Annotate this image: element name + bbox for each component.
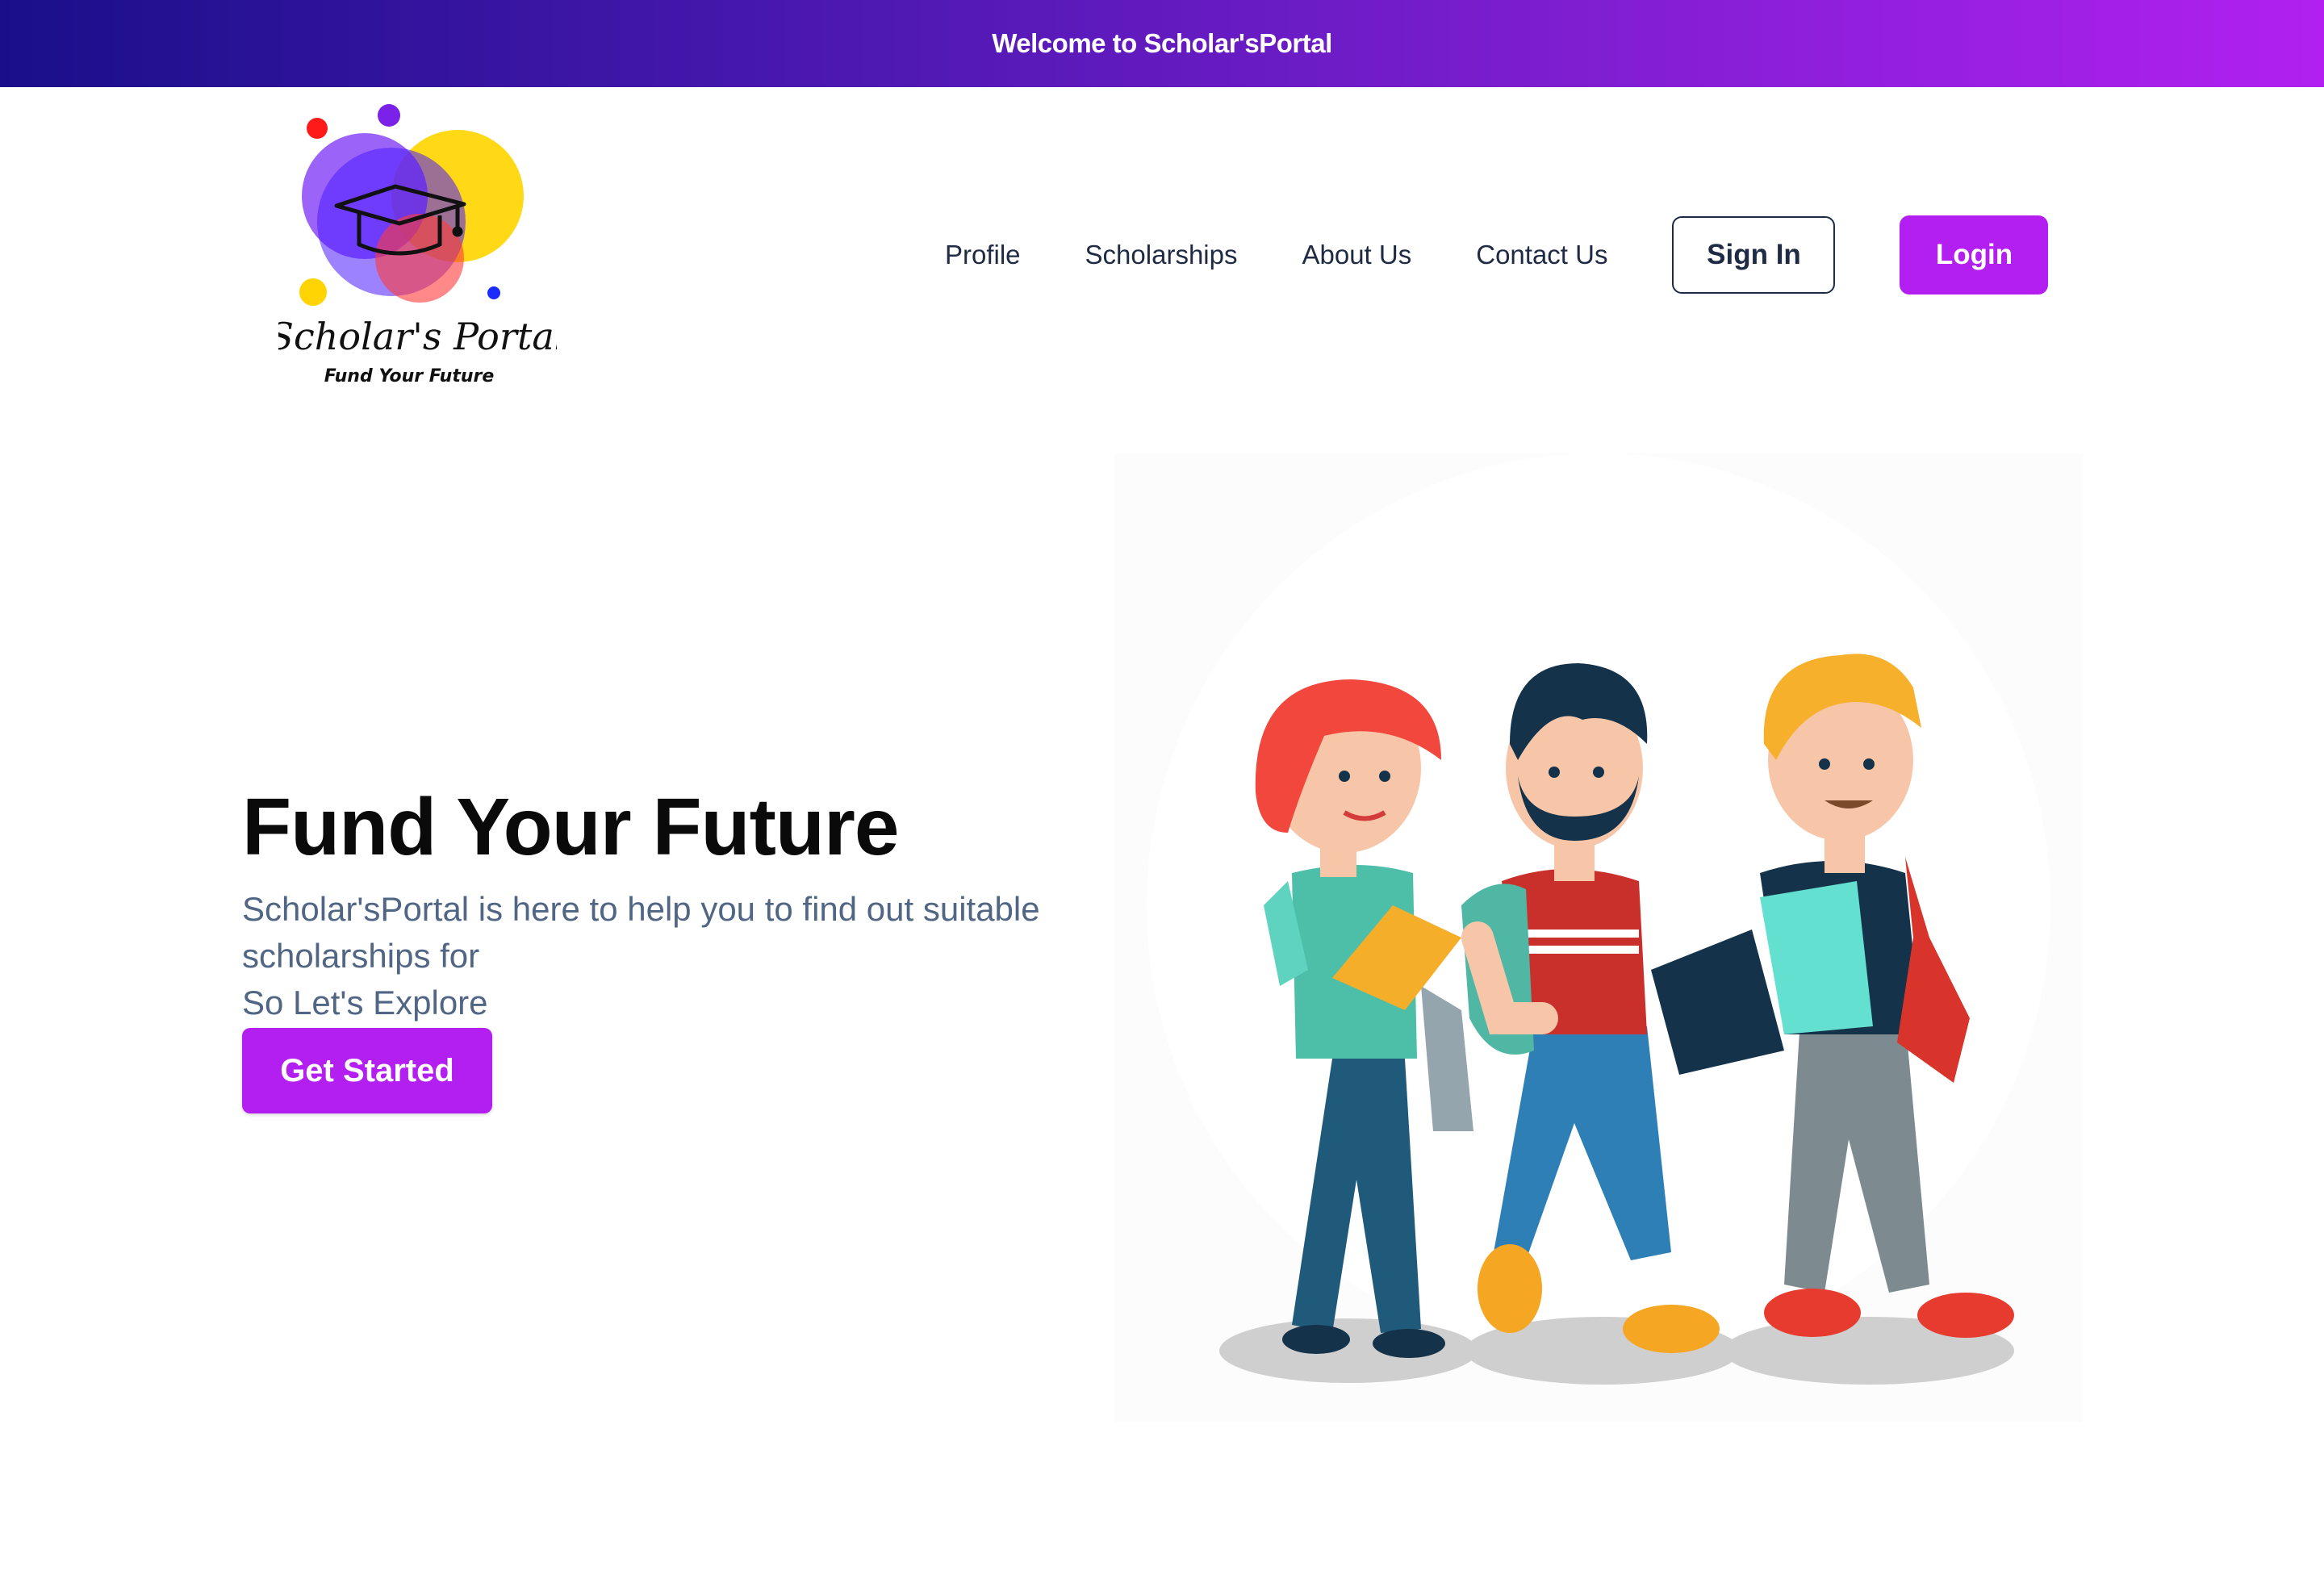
hero-description: Scholar'sPortal is here to help you to f… [242,886,1049,1026]
hero-description-line: So Let's Explore [242,984,488,1021]
sign-in-button[interactable]: Sign In [1672,216,1836,294]
nav-about-us[interactable]: About Us [1302,240,1411,270]
nav-profile[interactable]: Profile [945,240,1021,270]
logo-name: Scholar's Portal [278,315,557,358]
login-button[interactable]: Login [1900,215,2049,295]
welcome-banner: Welcome to Scholar'sPortal [0,0,2324,87]
get-started-button[interactable]: Get Started [242,1028,492,1113]
nav-scholarships[interactable]: Scholarships [1085,240,1238,270]
hero-description-line: scholarships for [242,937,480,975]
welcome-banner-text: Welcome to Scholar'sPortal [992,28,1332,58]
logo[interactable]: Scholar's Portal Fund Your Future [269,101,566,391]
hero-title: Fund Your Future [242,782,900,872]
logo-tagline: Fund Your Future [324,366,495,386]
students-illustration [1114,453,2083,1422]
main-nav: Profile Scholarships About Us Contact Us… [945,215,2049,295]
nav-contact-us[interactable]: Contact Us [1476,240,1607,270]
hero-description-line: Scholar'sPortal is here to help you to f… [242,890,1040,928]
